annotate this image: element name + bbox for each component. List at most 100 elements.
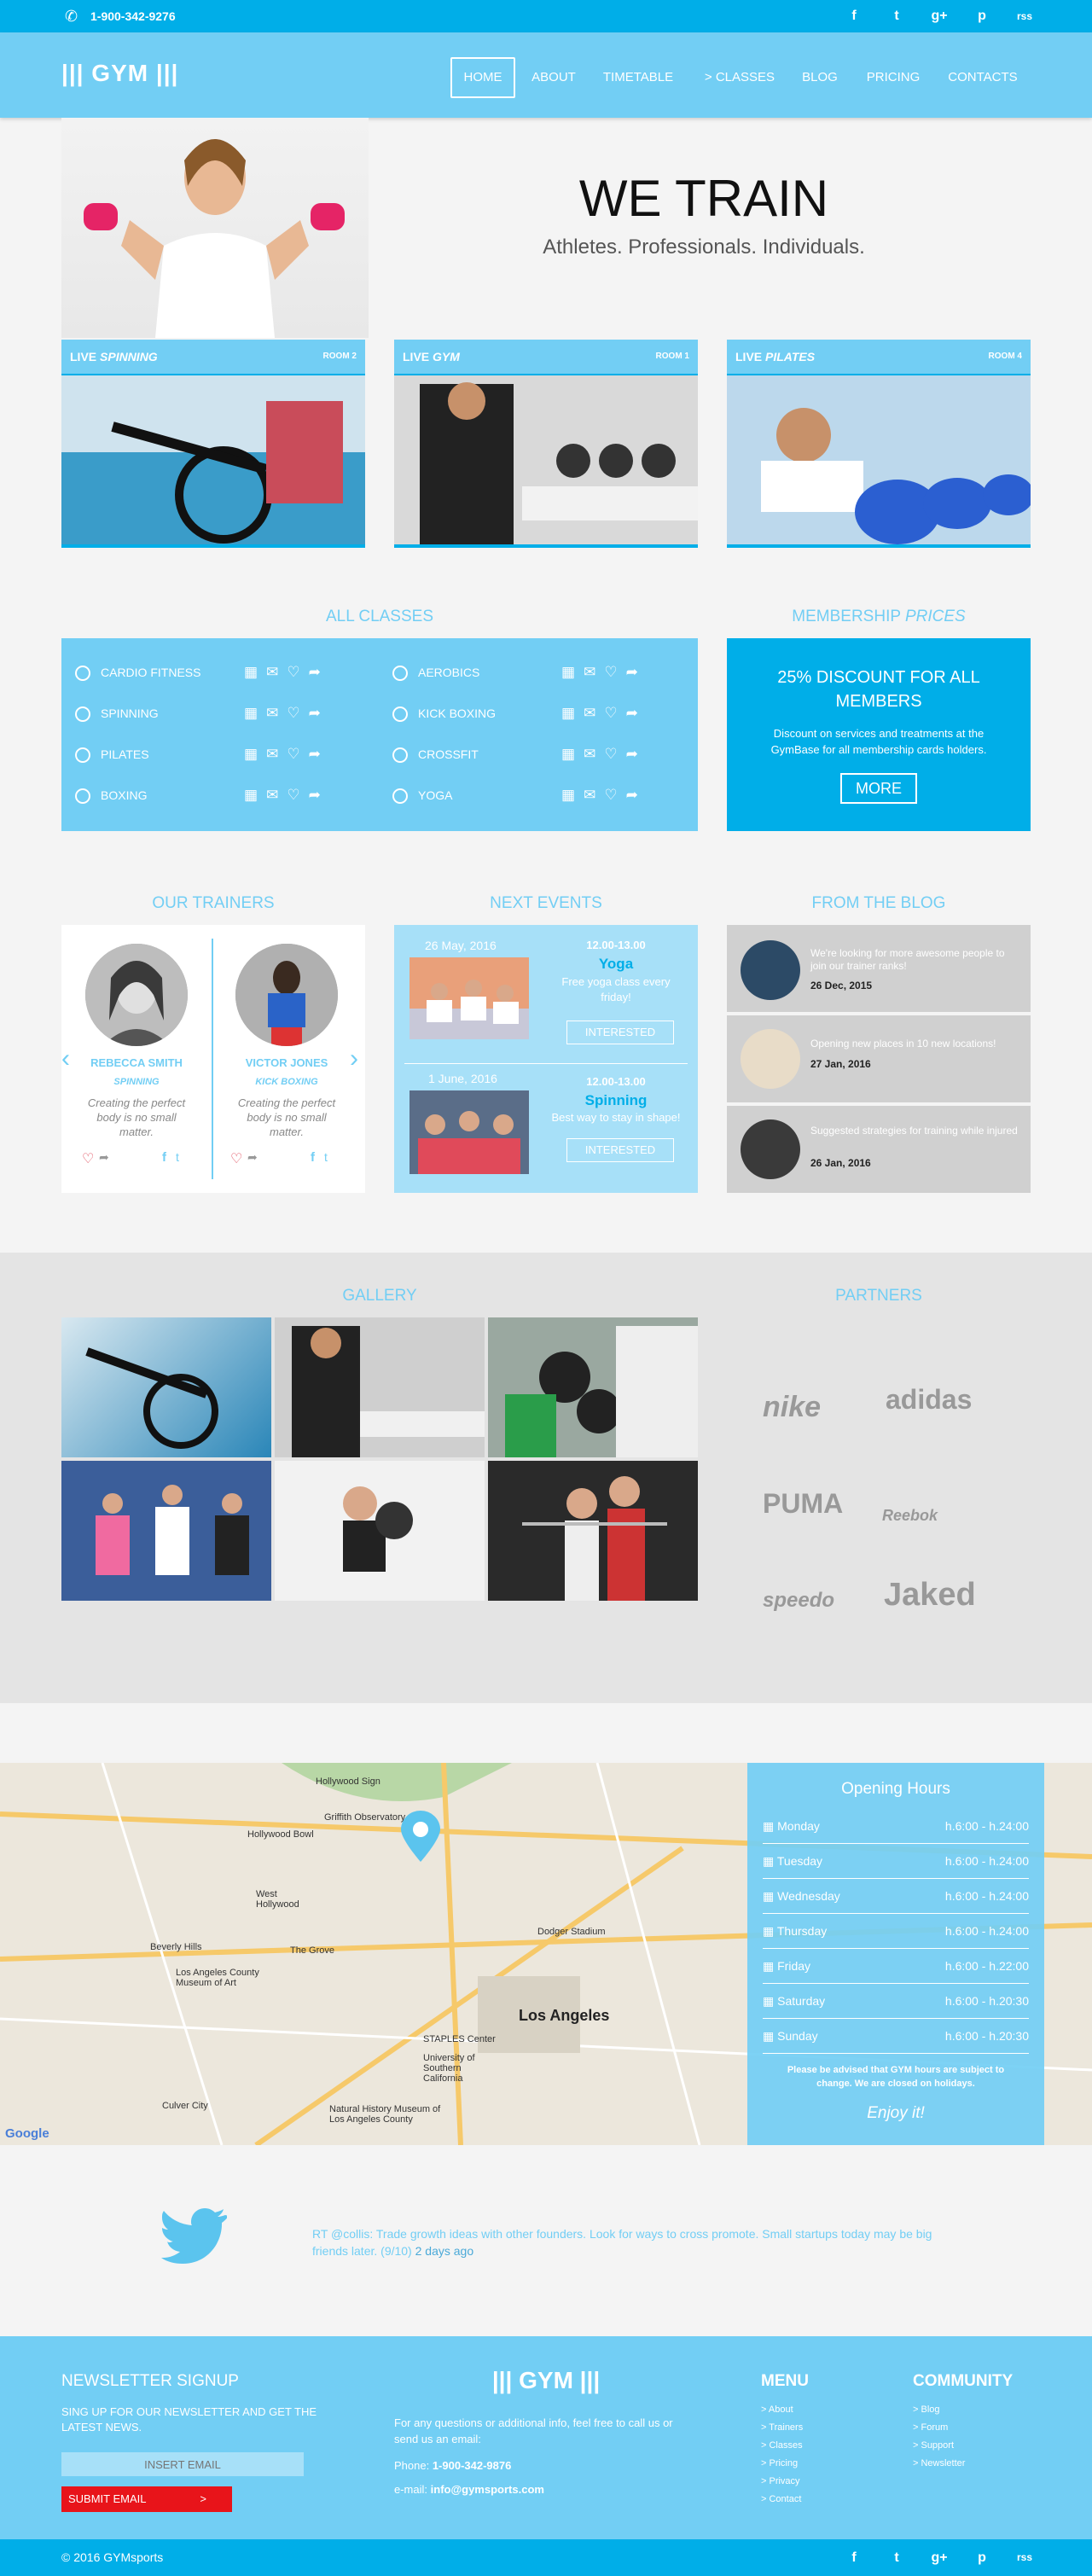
pinterest-icon[interactable]: p (969, 2539, 995, 2576)
footer-community-link[interactable]: > Newsletter (913, 2455, 965, 2473)
calendar-icon[interactable]: ▦ (244, 652, 258, 693)
mail-icon[interactable]: ✉ (266, 775, 278, 816)
calendar-icon[interactable]: ▦ (561, 652, 575, 693)
calendar-icon[interactable]: ▦ (244, 775, 258, 816)
gallery-image[interactable] (488, 1317, 698, 1457)
blog-item[interactable]: Suggested strategies for training while … (727, 1106, 1031, 1193)
event-name[interactable]: Spinning (539, 1092, 693, 1109)
interested-button[interactable]: INTERESTED (566, 1021, 674, 1044)
gallery-image[interactable] (275, 1461, 485, 1601)
mail-icon[interactable]: ✉ (584, 693, 595, 734)
footer-community-link[interactable]: > Blog (913, 2401, 965, 2419)
puma-logo[interactable]: PUMA (763, 1488, 843, 1520)
heart-icon[interactable]: ♡ (287, 734, 299, 775)
gallery-image[interactable] (488, 1461, 698, 1601)
footer-community-link[interactable]: > Forum (913, 2419, 965, 2437)
reebok-logo[interactable]: Reebok (882, 1507, 938, 1525)
blog-item[interactable]: Opening new places in 10 new locations! … (727, 1015, 1031, 1102)
share-icon[interactable]: ➦ (309, 775, 321, 816)
live-card-pilates[interactable]: LIVE PILATES ROOM 4 (727, 340, 1031, 548)
interested-button[interactable]: INTERESTED (566, 1138, 674, 1162)
class-row[interactable]: CARDIO FITNESS (75, 652, 200, 693)
twitter-icon[interactable]: t (324, 1150, 328, 1164)
pinterest-icon[interactable]: p (969, 0, 995, 32)
mail-icon[interactable]: ✉ (266, 652, 278, 693)
gallery-image[interactable] (61, 1461, 271, 1601)
mail-icon[interactable]: ✉ (584, 775, 595, 816)
share-icon[interactable]: ➦ (626, 734, 638, 775)
share-icon[interactable]: ➦ (99, 1150, 109, 1165)
mail-icon[interactable]: ✉ (266, 734, 278, 775)
share-icon[interactable]: ➦ (626, 775, 638, 816)
footer-menu-link[interactable]: > Pricing (761, 2455, 803, 2473)
site-logo[interactable]: ||| GYM ||| (61, 60, 178, 87)
heart-icon[interactable]: ♡ (287, 775, 299, 816)
share-icon[interactable]: ➦ (309, 652, 321, 693)
gallery-image[interactable] (275, 1317, 485, 1457)
nav-classes[interactable]: > CLASSES (693, 57, 787, 98)
blog-item[interactable]: We're looking for more awesome people to… (727, 925, 1031, 1012)
email-link[interactable]: info@gymsports.com (431, 2483, 544, 2496)
nav-pricing[interactable]: PRICING (855, 57, 932, 98)
heart-icon[interactable]: ♡ (604, 693, 617, 734)
heart-icon[interactable]: ♡ (604, 734, 617, 775)
footer-menu-link[interactable]: > Classes (761, 2437, 803, 2455)
calendar-icon[interactable]: ▦ (244, 693, 258, 734)
share-icon[interactable]: ➦ (309, 734, 321, 775)
nav-blog[interactable]: BLOG (792, 57, 848, 98)
mail-icon[interactable]: ✉ (266, 693, 278, 734)
heart-icon[interactable]: ♡ (604, 775, 617, 816)
share-icon[interactable]: ➦ (309, 693, 321, 734)
heart-icon[interactable]: ♡ (287, 652, 299, 693)
rss-icon[interactable]: rss (1012, 2539, 1037, 2576)
google-plus-icon[interactable]: g+ (926, 0, 952, 32)
submit-email-button[interactable]: SUBMIT EMAIL > (61, 2486, 232, 2512)
share-icon[interactable]: ➦ (626, 652, 638, 693)
class-row[interactable]: SPINNING (75, 693, 159, 734)
jaked-logo[interactable]: Jaked (884, 1577, 976, 1614)
calendar-icon[interactable]: ▦ (561, 734, 575, 775)
facebook-icon[interactable]: f (162, 1150, 166, 1165)
nike-logo[interactable]: nike (763, 1391, 821, 1424)
rss-icon[interactable]: rss (1012, 0, 1037, 32)
heart-icon[interactable]: ♡ (82, 1150, 94, 1167)
share-icon[interactable]: ➦ (247, 1150, 258, 1165)
heart-icon[interactable]: ♡ (287, 693, 299, 734)
facebook-icon[interactable]: f (841, 2539, 867, 2576)
live-card-spinning[interactable]: LIVE SPINNING ROOM 2 (61, 340, 365, 548)
adidas-logo[interactable]: adidas (886, 1384, 972, 1416)
twitter-icon[interactable]: t (884, 2539, 909, 2576)
class-row[interactable]: AEROBICS (392, 652, 479, 693)
trainer-name[interactable]: VICTOR JONES (215, 1056, 358, 1069)
live-card-gym[interactable]: LIVE GYM ROOM 1 (394, 340, 698, 548)
event-name[interactable]: Yoga (539, 956, 693, 973)
facebook-icon[interactable]: f (311, 1150, 315, 1165)
gallery-image[interactable] (61, 1317, 271, 1457)
class-row[interactable]: KICK BOXING (392, 693, 496, 734)
nav-home[interactable]: HOME (450, 57, 515, 98)
twitter-icon[interactable]: t (176, 1150, 179, 1164)
twitter-icon[interactable]: t (884, 0, 909, 32)
map-pin-icon[interactable] (401, 1811, 440, 1862)
footer-menu-link[interactable]: > Contact (761, 2491, 803, 2509)
heart-icon[interactable]: ♡ (604, 652, 617, 693)
tweet-time-link[interactable]: 2 days ago (415, 2244, 474, 2258)
footer-menu-link[interactable]: > Trainers (761, 2419, 803, 2437)
nav-timetable[interactable]: TIMETABLE (595, 57, 681, 98)
class-row[interactable]: CROSSFIT (392, 734, 479, 775)
footer-menu-link[interactable]: > About (761, 2401, 803, 2419)
google-plus-icon[interactable]: g+ (926, 2539, 952, 2576)
footer-community-link[interactable]: > Support (913, 2437, 965, 2455)
calendar-icon[interactable]: ▦ (244, 734, 258, 775)
calendar-icon[interactable]: ▦ (561, 693, 575, 734)
speedo-logo[interactable]: speedo (763, 1589, 834, 1613)
calendar-icon[interactable]: ▦ (561, 775, 575, 816)
heart-icon[interactable]: ♡ (230, 1150, 242, 1167)
footer-menu-link[interactable]: > Privacy (761, 2473, 803, 2491)
nav-contacts[interactable]: CONTACTS (937, 57, 1029, 98)
mail-icon[interactable]: ✉ (584, 734, 595, 775)
newsletter-email-input[interactable] (61, 2452, 304, 2476)
class-row[interactable]: BOXING (75, 775, 147, 816)
class-row[interactable]: PILATES (75, 734, 149, 775)
membership-more-button[interactable]: MORE (840, 773, 917, 804)
